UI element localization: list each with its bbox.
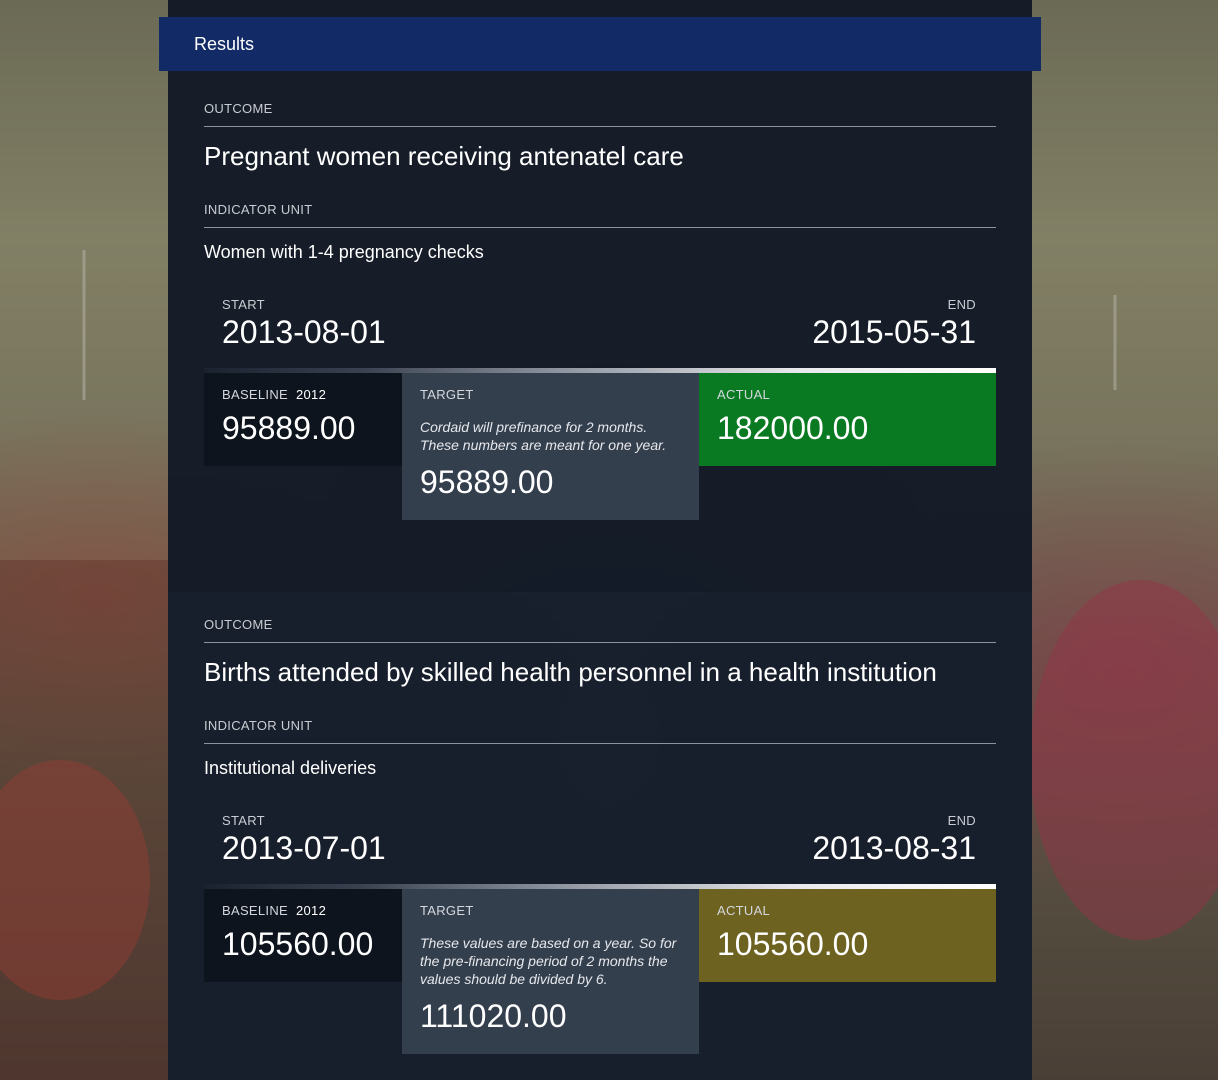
actual-label: ACTUAL xyxy=(717,387,771,402)
target-note: These values are based on a year. So for… xyxy=(420,935,677,987)
baseline-value: 105560.00 xyxy=(222,926,374,962)
result-card-1: OUTCOME Pregnant women receiving antenat… xyxy=(204,101,996,373)
indicator-unit-value: Women with 1-4 pregnancy checks xyxy=(204,242,484,262)
outcome-title: Pregnant women receiving antenatel care xyxy=(204,141,684,171)
target-card: TARGET Cordaid will prefinance for 2 mon… xyxy=(402,373,699,520)
indicator-unit-value: Institutional deliveries xyxy=(204,758,377,778)
start-date: 2013-07-01 xyxy=(222,830,386,866)
actual-value: 182000.00 xyxy=(717,410,869,446)
date-range: START 2013-08-01 END 2015-05-31 xyxy=(204,297,996,373)
baseline-card: BASELINE 2012 105560.00 xyxy=(204,889,402,982)
baseline-heading: BASELINE 2012 xyxy=(222,903,384,918)
actual-card: ACTUAL 182000.00 xyxy=(699,373,996,466)
target-value: 111020.00 xyxy=(420,998,567,1034)
baseline-label: BASELINE xyxy=(222,387,288,402)
indicator-unit-label: INDICATOR UNIT xyxy=(204,202,313,217)
actual-card: ACTUAL 105560.00 xyxy=(699,889,996,982)
target-label: TARGET xyxy=(420,903,474,918)
outcome-label: OUTCOME xyxy=(204,101,273,116)
outcome-label: OUTCOME xyxy=(204,617,273,632)
divider xyxy=(204,743,996,744)
target-value: 95889.00 xyxy=(420,464,554,500)
baseline-year: 2012 xyxy=(295,387,327,402)
indicator-unit-label: INDICATOR UNIT xyxy=(204,718,313,733)
actual-value: 105560.00 xyxy=(717,926,869,962)
end-label: END xyxy=(947,813,976,828)
baseline-value: 95889.00 xyxy=(222,410,356,446)
target-label: TARGET xyxy=(420,387,474,402)
start-date: 2013-08-01 xyxy=(222,314,386,350)
target-card: TARGET These values are based on a year.… xyxy=(402,889,699,1054)
result-card-2: OUTCOME Births attended by skilled healt… xyxy=(204,617,996,889)
end-label: END xyxy=(947,297,976,312)
end-date: 2013-08-31 xyxy=(812,830,976,866)
divider xyxy=(204,126,996,127)
date-range: START 2013-07-01 END 2013-08-31 xyxy=(204,813,996,889)
divider xyxy=(204,642,996,643)
start-label: START xyxy=(222,297,265,312)
end-date-block: END 2013-08-31 xyxy=(812,813,976,867)
baseline-card: BASELINE 2012 95889.00 xyxy=(204,373,402,466)
outcome-title: Births attended by skilled health person… xyxy=(204,657,937,687)
end-date-block: END 2015-05-31 xyxy=(812,297,976,351)
baseline-label: BASELINE xyxy=(222,903,288,918)
start-label: START xyxy=(222,813,265,828)
baseline-year: 2012 xyxy=(295,903,327,918)
divider xyxy=(204,227,996,228)
start-date-block: START 2013-07-01 xyxy=(222,813,386,867)
target-note: Cordaid will prefinance for 2 months. Th… xyxy=(420,419,667,453)
actual-label: ACTUAL xyxy=(717,903,771,918)
results-title: Results xyxy=(194,34,255,54)
end-date: 2015-05-31 xyxy=(812,314,976,350)
results-header: Results xyxy=(159,17,1041,71)
baseline-heading: BASELINE 2012 xyxy=(222,387,384,402)
start-date-block: START 2013-08-01 xyxy=(222,297,386,351)
